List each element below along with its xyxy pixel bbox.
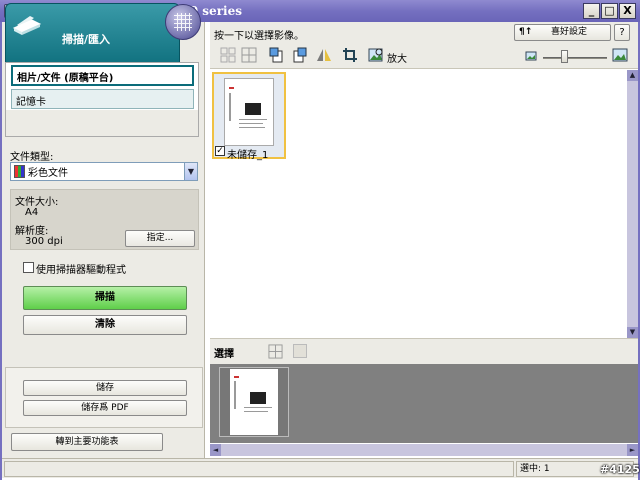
zoom-icon[interactable] bbox=[368, 47, 384, 63]
doc-type-select[interactable]: 彩色文件 ▼ bbox=[10, 162, 198, 181]
menu-item-photos-documents[interactable]: 相片/文件 (原稿平台) bbox=[11, 65, 194, 86]
doc-type-value: 彩色文件 bbox=[28, 168, 68, 179]
scroll-left-icon[interactable]: ◄ bbox=[210, 444, 221, 456]
image-thumbnail[interactable]: ✓ 未儲存_1 bbox=[212, 72, 286, 161]
preferences-button[interactable]: ¶↑ 喜好設定 bbox=[514, 24, 611, 41]
resolution-value: 300 dpi bbox=[25, 236, 63, 247]
grid-icon bbox=[174, 13, 192, 31]
flip-icon[interactable] bbox=[316, 47, 332, 63]
preferences-icon: ¶↑ bbox=[519, 27, 533, 37]
preferences-label: 喜好設定 bbox=[551, 27, 588, 37]
specify-button[interactable]: 指定... bbox=[125, 230, 195, 247]
thumbnail-size-slider[interactable] bbox=[543, 50, 607, 63]
rotate-right-icon[interactable] bbox=[292, 47, 308, 63]
vertical-scrollbar[interactable]: ▲ ▼ bbox=[627, 70, 638, 338]
resolution-label: 解析度: bbox=[15, 226, 49, 237]
scan-import-label: 掃描/匯入 bbox=[62, 33, 111, 46]
select-all-selected-icon[interactable] bbox=[268, 344, 283, 359]
horizontal-scrollbar[interactable]: ◄ ► bbox=[210, 444, 638, 456]
close-button[interactable]: X bbox=[619, 3, 636, 19]
scroll-right-icon[interactable]: ► bbox=[627, 444, 638, 456]
use-driver-label: 使用掃描器驅動程式 bbox=[36, 265, 126, 276]
clear-selection-icon[interactable] bbox=[293, 344, 307, 358]
document-preview bbox=[224, 78, 274, 146]
selected-document-preview bbox=[230, 369, 278, 435]
menu-spacer bbox=[6, 110, 198, 136]
save-as-pdf-button[interactable]: 儲存爲 PDF bbox=[23, 400, 187, 416]
crop-icon[interactable] bbox=[342, 47, 358, 63]
help-button[interactable]: ? bbox=[614, 24, 630, 41]
select-all-icon[interactable] bbox=[220, 47, 236, 63]
small-thumbnail-icon bbox=[525, 51, 537, 61]
instruction-text: 按一下以選擇影像。 bbox=[214, 31, 304, 42]
main-menu-button[interactable]: 轉到主要功能表 bbox=[11, 433, 163, 451]
scanner-icon bbox=[12, 16, 42, 35]
clear-button[interactable]: 清除 bbox=[23, 315, 187, 335]
selection-header: 選擇 bbox=[210, 338, 638, 364]
large-thumbnail-icon bbox=[612, 48, 628, 62]
menu-item-memory-card[interactable]: 記憶卡 bbox=[11, 89, 194, 109]
size-label: 文件大小: bbox=[15, 197, 59, 208]
chevron-down-icon[interactable]: ▼ bbox=[184, 163, 197, 180]
thumbnail-caption: 未儲存_1 bbox=[227, 150, 269, 161]
maximize-button[interactable]: □ bbox=[601, 3, 618, 19]
scan-info-box: 文件大小: A4 解析度: 300 dpi 指定... bbox=[10, 189, 199, 250]
save-button[interactable]: 儲存 bbox=[23, 380, 187, 396]
thumbnail-checkbox[interactable]: ✓ bbox=[215, 146, 225, 156]
navigation-mode-button[interactable] bbox=[165, 4, 201, 40]
scroll-up-icon[interactable]: ▲ bbox=[627, 70, 638, 81]
slider-thumb[interactable] bbox=[561, 50, 568, 63]
deselect-all-icon[interactable] bbox=[241, 47, 257, 63]
source-menu: 相片/文件 (原稿平台) 記憶卡 bbox=[5, 62, 199, 137]
size-value: A4 bbox=[25, 207, 39, 218]
watermark-label: #4125 bbox=[600, 463, 640, 476]
selection-label: 選擇 bbox=[214, 349, 234, 360]
minimize-button[interactable]: _ bbox=[583, 3, 600, 19]
scan-button[interactable]: 掃描 bbox=[23, 286, 187, 310]
color-document-icon bbox=[14, 165, 25, 178]
zoom-label: 放大 bbox=[387, 54, 407, 65]
scroll-down-icon[interactable]: ▼ bbox=[627, 327, 638, 338]
status-message bbox=[4, 461, 514, 477]
image-toolbar: 放大 bbox=[210, 42, 638, 69]
save-panel: 儲存 儲存爲 PDF bbox=[5, 367, 203, 428]
rotate-left-icon[interactable] bbox=[268, 47, 284, 63]
status-bar: 選中: 1 bbox=[2, 458, 638, 478]
doc-type-label: 文件類型: bbox=[10, 152, 54, 163]
selected-image-thumbnail[interactable] bbox=[219, 367, 289, 437]
use-driver-checkbox[interactable] bbox=[23, 262, 34, 273]
